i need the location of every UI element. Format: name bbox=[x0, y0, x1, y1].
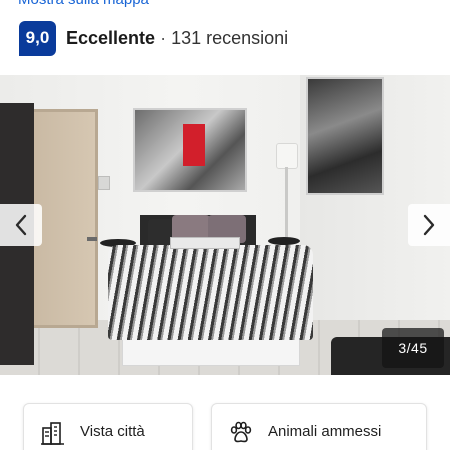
chevron-left-icon bbox=[15, 214, 27, 236]
photo-counter: 3/45 bbox=[382, 328, 444, 368]
paw-icon bbox=[230, 421, 252, 443]
chevron-right-icon bbox=[423, 214, 435, 236]
property-page: Mostra sulla mappa 9,0 Eccellente · 131 … bbox=[0, 0, 450, 450]
review-count-link[interactable]: 131 recensioni bbox=[171, 28, 288, 49]
gallery-prev-button[interactable] bbox=[0, 204, 42, 246]
feature-city-view: Vista città bbox=[23, 403, 193, 450]
city-buildings-icon bbox=[41, 422, 64, 445]
show-on-map-link[interactable]: Mostra sulla mappa bbox=[18, 0, 149, 9]
score-badge: 9,0 bbox=[19, 20, 56, 56]
feature-label: Vista città bbox=[80, 423, 145, 440]
gallery-next-button[interactable] bbox=[408, 204, 450, 246]
photo-gallery[interactable]: 3/45 bbox=[0, 75, 450, 375]
feature-pets-allowed: Animali ammessi bbox=[211, 403, 427, 450]
rating-label: Eccellente bbox=[66, 27, 156, 48]
feature-label: Animali ammessi bbox=[268, 423, 382, 440]
rating-summary[interactable]: 9,0 Eccellente · 131 recensioni bbox=[19, 20, 288, 56]
rating-separator: · bbox=[160, 27, 167, 48]
